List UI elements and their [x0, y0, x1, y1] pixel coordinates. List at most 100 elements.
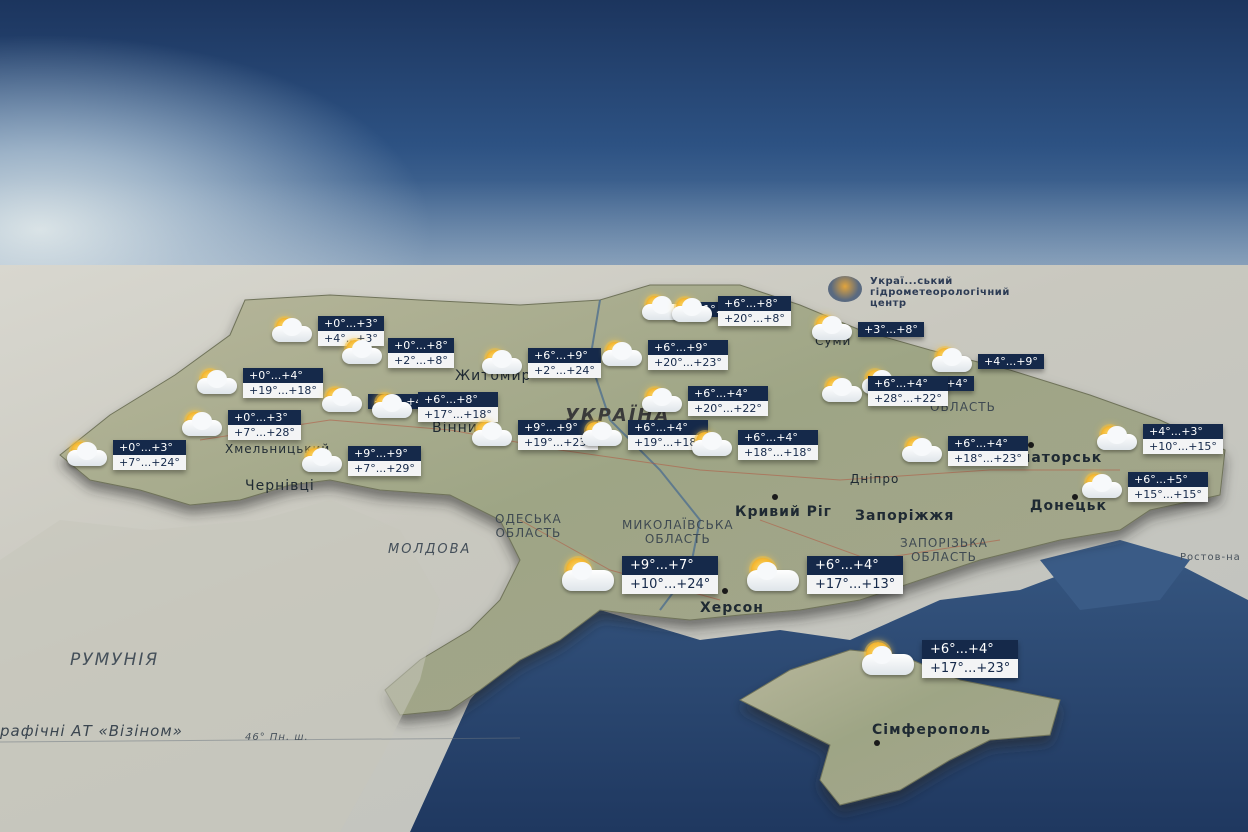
night-temperature: +6°...+4° [738, 430, 818, 445]
cloud-icon [822, 378, 862, 402]
partly-cloudy-icon [300, 446, 346, 476]
partly-cloudy-icon [340, 338, 386, 368]
partly-cloudy-icon [180, 410, 226, 440]
day-temperature: +15°...+15° [1128, 487, 1208, 502]
label-moldova: МОЛДОВА [388, 542, 472, 557]
hydromet-logo: Украї...ський гідрометеорологічний центр [828, 276, 1010, 309]
day-temperature: +20°...+22° [688, 401, 768, 416]
night-temperature: +3°...+8° [858, 321, 924, 337]
night-temperature: +6°...+5° [1128, 472, 1208, 487]
night-temperature: +6°...+4° [688, 386, 768, 401]
cloud-icon [902, 438, 942, 462]
cloud-icon [582, 422, 622, 446]
cloud-icon [322, 388, 362, 412]
label-kryvyi-rih: Кривий Ріг [735, 504, 833, 520]
night-temperature: +6°...+4° [922, 640, 1019, 659]
label-mykolaiv-region: МИКОЛАЇВСЬКА ОБЛАСТЬ [622, 518, 734, 546]
night-temperature: +0°...+3° [228, 410, 301, 425]
label-zaporizhzhia-region: ЗАПОРІЗЬКА ОБЛАСТЬ [900, 536, 988, 564]
cloud-icon [272, 318, 312, 342]
night-temperature: +0°...+8° [388, 338, 454, 353]
cloud-icon [182, 412, 222, 436]
forecast-badge: +6°...+4° +20°...+22° [640, 386, 768, 416]
map-credit: рафічні АТ «Візіном» [0, 722, 183, 740]
day-temperature: +7°...+28° [228, 425, 301, 440]
cloud-icon [1097, 426, 1137, 450]
partly-cloudy-icon [65, 440, 111, 470]
partly-cloudy-icon [900, 436, 946, 466]
cloud-icon [812, 316, 852, 340]
partly-cloudy-icon [640, 386, 686, 416]
cloud-icon [372, 394, 412, 418]
partly-cloudy-icon [370, 392, 416, 422]
cloud-icon [602, 342, 642, 366]
forecast-badge: +0°...+8° +2°...+8° [340, 338, 454, 368]
day-temperature: +7°...+29° [348, 461, 421, 476]
neighbour-land-west [0, 500, 440, 832]
night-temperature: +9°...+7° [622, 556, 719, 575]
city-marker-simferopol [874, 740, 880, 746]
forecast-badge: +0°...+4° +19°...+18° [195, 368, 323, 398]
forecast-badge: +6°...+8° +20°...+8° [670, 296, 791, 326]
forecast-badge: +9°...+9° +19°...+23° [470, 420, 598, 450]
cloud-icon [67, 442, 107, 466]
label-kherson: Херсон [700, 600, 764, 616]
logo-line-1: Украї...ський [870, 276, 953, 287]
partly-cloudy-icon [820, 376, 866, 406]
forecast-badge: +6°...+9° +20°...+23° [600, 340, 728, 370]
night-temperature: +6°...+9° [648, 340, 728, 355]
night-temperature: +0°...+4° [243, 368, 323, 383]
day-temperature: +20°...+23° [648, 355, 728, 370]
day-temperature: +28°...+22° [868, 391, 948, 406]
cloud-icon [747, 562, 799, 591]
night-temperature: +0°...+3° [113, 440, 186, 455]
partly-cloudy-icon [560, 556, 620, 594]
cloud-icon [482, 350, 522, 374]
forecast-badge: +4°...+3° +10°...+15° [1095, 424, 1223, 454]
cloud-icon [642, 388, 682, 412]
label-odesa-region: ОДЕСЬКА ОБЛАСТЬ [495, 512, 562, 540]
label-romania: РУМУНІЯ [70, 650, 160, 670]
logo-line-2: гідрометеорологічний [870, 287, 1010, 298]
forecast-badge: +6°...+4° +17°...+13° [745, 556, 904, 594]
label-chernivtsi: Чернівці [245, 478, 315, 494]
label-rostov: Ростов-на [1180, 552, 1241, 563]
partly-cloudy-icon [860, 640, 920, 678]
city-marker-kherson [722, 588, 728, 594]
partly-cloudy-icon [270, 316, 316, 346]
forecast-badge: +6°...+5° +15°...+15° [1080, 472, 1208, 502]
partly-cloudy-icon [195, 368, 241, 398]
night-temperature: +6°...+4° [948, 436, 1028, 451]
night-temperature: +4°...+3° [1143, 424, 1223, 439]
label-zaporizhzhia: Запоріжжя [855, 508, 955, 524]
cloud-icon [197, 370, 237, 394]
forecast-badge: +0°...+3° +7°...+24° [65, 440, 186, 470]
cloud-icon [1082, 474, 1122, 498]
label-simferopol: Сімферополь [872, 722, 991, 738]
partly-cloudy-icon [670, 296, 716, 326]
label-dnipro: Дніпро [850, 472, 900, 486]
night-temperature: +6°...+4° [868, 376, 948, 391]
partly-cloudy-icon [930, 346, 976, 376]
forecast-badge: +6°...+8° +17°...+18° [370, 392, 498, 422]
cloud-icon [672, 298, 712, 322]
partly-cloudy-icon [810, 314, 856, 344]
partly-cloudy-icon [600, 340, 646, 370]
cloud-icon [932, 348, 972, 372]
day-temperature: +17°...+13° [807, 575, 904, 594]
forecast-badge: +6°...+4° +17°...+23° [860, 640, 1019, 678]
night-temperature: +6°...+4° [807, 556, 904, 575]
day-temperature: +10°...+24° [622, 575, 719, 594]
night-temperature: +6°...+8° [418, 392, 498, 407]
partly-cloudy-icon [480, 348, 526, 378]
cloud-icon [342, 340, 382, 364]
night-temperature: +0°...+3° [318, 316, 384, 331]
day-temperature: +2°...+24° [528, 363, 601, 378]
cloud-icon [472, 422, 512, 446]
day-temperature: +2°...+8° [388, 353, 454, 368]
forecast-badge: +9°...+9° +7°...+29° [300, 446, 421, 476]
day-temperature: +20°...+8° [718, 311, 791, 326]
partly-cloudy-icon [1080, 472, 1126, 502]
forecast-badge: +6°...+4° +19°...+18° [580, 420, 708, 450]
night-temperature: +6°...+8° [718, 296, 791, 311]
